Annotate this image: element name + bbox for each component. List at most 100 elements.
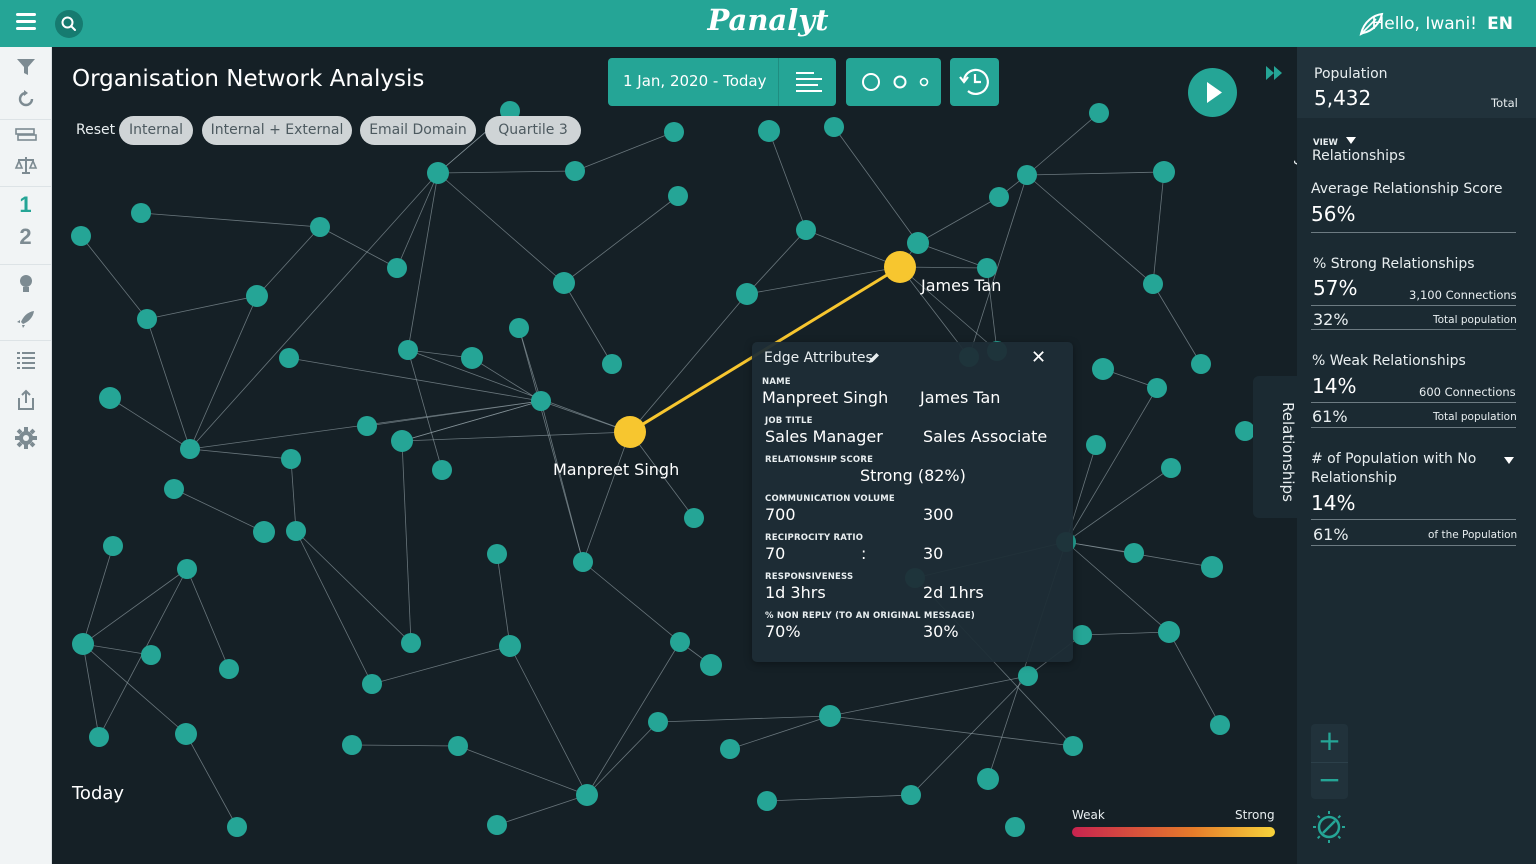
network-node[interactable] <box>796 220 816 240</box>
network-edge[interactable] <box>917 242 988 269</box>
network-node[interactable] <box>357 416 377 436</box>
network-node[interactable] <box>1147 378 1167 398</box>
network-node[interactable] <box>71 226 91 246</box>
network-edge[interactable] <box>1026 174 1154 285</box>
network-node[interactable] <box>89 727 109 747</box>
network-node[interactable] <box>253 521 275 543</box>
edit-icon[interactable] <box>867 351 881 365</box>
network-node[interactable] <box>824 117 844 137</box>
network-edge[interactable] <box>540 400 584 563</box>
network-edge[interactable] <box>256 226 321 297</box>
refresh-button[interactable] <box>12 87 39 111</box>
network-node[interactable] <box>977 768 999 790</box>
network-node[interactable] <box>1158 621 1180 643</box>
network-node[interactable] <box>553 272 575 294</box>
compare-button[interactable] <box>12 123 39 147</box>
network-edge[interactable] <box>496 553 511 647</box>
network-node[interactable] <box>487 815 507 835</box>
network-edge[interactable] <box>1026 112 1100 176</box>
network-node[interactable] <box>1089 103 1109 123</box>
network-edge[interactable] <box>574 131 675 172</box>
view-value[interactable]: Relationships <box>1312 148 1405 164</box>
network-edge[interactable] <box>82 643 100 738</box>
network-edge[interactable] <box>437 170 576 174</box>
network-edge[interactable] <box>401 400 542 442</box>
network-node[interactable] <box>487 544 507 564</box>
network-edge[interactable] <box>185 733 238 828</box>
network-node[interactable] <box>565 161 585 181</box>
network-edge[interactable] <box>766 794 912 802</box>
network-node[interactable] <box>180 439 200 459</box>
filter-chip-email-domain[interactable]: Email Domain <box>360 116 476 145</box>
network-node[interactable] <box>819 705 841 727</box>
network-node[interactable] <box>1143 274 1163 294</box>
date-range-button[interactable]: 1 Jan, 2020 - Today <box>608 58 836 106</box>
network-edge[interactable] <box>833 126 919 244</box>
network-edge[interactable] <box>1081 631 1170 636</box>
network-node[interactable] <box>279 348 299 368</box>
network-node[interactable] <box>227 817 247 837</box>
network-node[interactable] <box>1210 715 1230 735</box>
network-edge[interactable] <box>768 130 807 231</box>
node-label-james[interactable]: James Tan <box>921 276 1001 295</box>
network-edge[interactable] <box>80 235 148 320</box>
network-edge[interactable] <box>407 349 631 433</box>
user-greeting[interactable]: Hello, Iwani! <box>1371 14 1477 34</box>
network-edge[interactable] <box>586 721 659 796</box>
network-node[interactable] <box>246 285 268 307</box>
filter-chip-quartile[interactable]: Quartile 3 <box>485 116 581 145</box>
network-edge[interactable] <box>496 794 588 826</box>
network-node[interactable] <box>387 258 407 278</box>
network-edge[interactable] <box>629 293 748 433</box>
network-edge[interactable] <box>295 530 412 644</box>
network-edge[interactable] <box>140 212 321 228</box>
recenter-icon[interactable] <box>1312 810 1346 844</box>
export-button[interactable] <box>12 388 39 412</box>
network-edge[interactable] <box>1152 171 1165 285</box>
network-edge[interactable] <box>109 397 191 450</box>
network-edge[interactable] <box>1065 541 1170 633</box>
network-edge[interactable] <box>1065 387 1158 543</box>
network-node[interactable] <box>427 162 449 184</box>
network-node[interactable] <box>1072 625 1092 645</box>
network-edge[interactable] <box>371 645 511 685</box>
network-edge[interactable] <box>1026 171 1165 176</box>
network-node[interactable] <box>281 449 301 469</box>
network-edge[interactable] <box>146 295 258 320</box>
network-edge[interactable] <box>457 745 588 796</box>
network-node[interactable] <box>342 735 362 755</box>
network-node[interactable] <box>1005 817 1025 837</box>
network-node[interactable] <box>1201 556 1223 578</box>
network-edge[interactable] <box>295 530 373 685</box>
network-node[interactable] <box>72 633 94 655</box>
network-node[interactable] <box>1161 458 1181 478</box>
network-edge[interactable] <box>657 715 831 723</box>
network-edge[interactable] <box>917 196 1000 244</box>
reset-filters-button[interactable]: Reset <box>76 122 115 138</box>
network-node[interactable] <box>1153 161 1175 183</box>
network-node[interactable] <box>901 785 921 805</box>
network-edge[interactable] <box>1168 631 1221 726</box>
balance-button[interactable] <box>12 153 39 177</box>
network-node[interactable] <box>177 559 197 579</box>
network-edge[interactable] <box>396 172 439 269</box>
network-node[interactable] <box>99 387 121 409</box>
history-button[interactable] <box>950 58 999 106</box>
network-edge[interactable] <box>437 172 565 284</box>
language-selector[interactable]: EN <box>1487 14 1513 34</box>
network-node[interactable] <box>175 723 197 745</box>
step-one-button[interactable]: 1 <box>12 192 39 217</box>
tab-relationships[interactable]: Relationships <box>1253 376 1297 518</box>
network-node[interactable] <box>391 430 413 452</box>
node-manpreet-singh[interactable] <box>614 416 646 448</box>
network-edge[interactable] <box>1152 283 1202 365</box>
play-button[interactable] <box>1188 68 1237 117</box>
network-node[interactable] <box>907 232 929 254</box>
network-node[interactable] <box>1017 165 1037 185</box>
node-james-tan[interactable] <box>884 251 916 283</box>
network-node[interactable] <box>362 674 382 694</box>
network-node[interactable] <box>757 791 777 811</box>
network-node[interactable] <box>141 645 161 665</box>
filter-chip-internal-external[interactable]: Internal + External <box>202 116 352 145</box>
search-button[interactable] <box>55 10 83 38</box>
